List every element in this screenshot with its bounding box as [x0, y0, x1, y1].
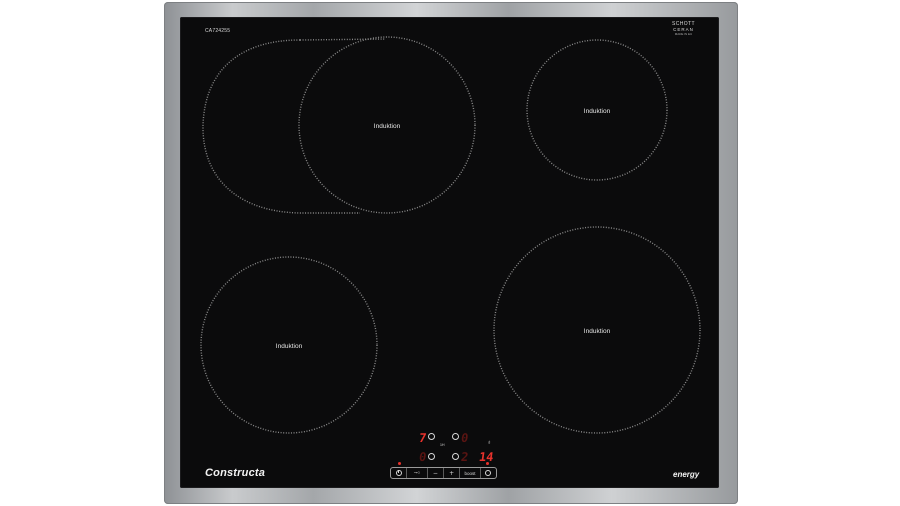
timer-button[interactable]: [481, 468, 496, 478]
minus-button[interactable]: −: [428, 468, 445, 478]
power-led: [398, 462, 401, 465]
lock-icon: ⊸○: [413, 470, 421, 475]
brand-logo: Constructa: [205, 467, 266, 479]
power-button[interactable]: [391, 468, 408, 478]
boost-label: boost: [464, 470, 476, 476]
display-top-left-small: 1H: [440, 443, 445, 447]
zone-label-3: Induktion: [276, 343, 303, 350]
zone-select-bottom-left[interactable]: [428, 453, 435, 460]
boost-button[interactable]: boost: [460, 468, 481, 478]
minus-icon: −: [432, 469, 438, 477]
zone-select-top-left[interactable]: [428, 433, 435, 440]
child-lock-button[interactable]: ⊸○: [407, 468, 428, 478]
zone-label-4: Induktion: [584, 328, 611, 335]
plus-button[interactable]: +: [444, 468, 461, 478]
schott-ceran-logo: SCHOTT CERAN MADE IN EU: [672, 22, 695, 37]
made-in-text: MADE IN EU: [674, 32, 693, 36]
flex-zone-top-line: [299, 38, 386, 41]
cooking-zones: Induktion Induktion Induktion Induktion: [200, 36, 701, 434]
flex-zone-outline[interactable]: [202, 39, 360, 214]
zone-select-top-right[interactable]: [452, 433, 459, 440]
power-icon: [395, 469, 402, 476]
timer-led: [486, 462, 489, 465]
timer-icon: [485, 470, 492, 476]
model-number: CA724255: [205, 28, 231, 34]
plus-icon: +: [449, 469, 455, 477]
touch-control-bar: ⊸○ − + boost: [390, 467, 497, 479]
zone-select-bottom-right[interactable]: [452, 453, 459, 460]
energy-logo: energy: [673, 470, 700, 479]
zone-label-1: Induktion: [374, 123, 401, 130]
zone-label-2: Induktion: [584, 108, 611, 115]
timer-bell-icon: ♁: [487, 440, 492, 446]
